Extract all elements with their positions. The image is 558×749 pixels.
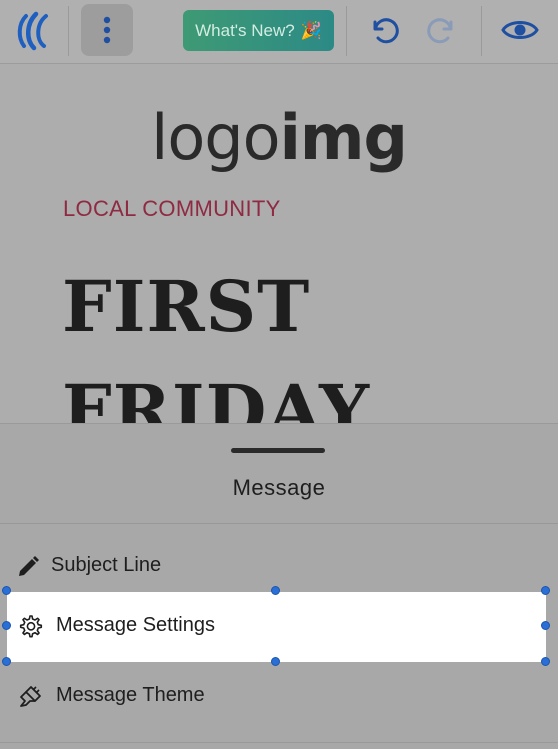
selection-handle-top-left[interactable] — [2, 586, 11, 595]
selection-handle-top-center[interactable] — [271, 586, 280, 595]
menu-item-label: Message Theme — [56, 684, 205, 706]
toolbar-divider — [481, 6, 482, 56]
logo-image: logoimg — [0, 101, 558, 174]
toolbar-divider — [68, 6, 69, 56]
brand-logo-icon[interactable] — [12, 10, 56, 52]
redo-icon[interactable] — [424, 12, 460, 48]
email-preview: logoimg LOCAL COMMUNITY FIRST FRIDAY — [0, 65, 558, 425]
more-vertical-icon — [103, 16, 111, 44]
menu-item-message-settings[interactable]: Message Settings — [7, 592, 546, 662]
menu-item-message-theme[interactable]: Message Theme — [0, 662, 558, 730]
pencil-icon — [19, 556, 39, 576]
eyebrow-text: LOCAL COMMUNITY — [63, 196, 281, 221]
selection-handle-bottom-left[interactable] — [2, 657, 11, 666]
selection-handle-middle-left[interactable] — [2, 621, 11, 630]
selection-handle-top-right[interactable] — [541, 586, 550, 595]
eye-icon[interactable] — [501, 14, 539, 46]
headline: FIRST FRIDAY — [62, 255, 370, 425]
logo-text-light: logo — [151, 101, 280, 174]
paintbrush-icon — [20, 686, 41, 707]
selection-handle-middle-right[interactable] — [541, 621, 550, 630]
logo-text-bold: img — [279, 101, 408, 174]
headline-line-1: FIRST — [62, 265, 311, 348]
undo-icon[interactable] — [366, 12, 402, 48]
sheet-divider — [0, 523, 558, 524]
sheet-drag-handle[interactable] — [231, 448, 325, 453]
message-bottom-sheet: Message Subject Line Message Settings Me… — [0, 423, 558, 749]
top-toolbar: What's New? 🎉 — [0, 0, 558, 64]
headline-line-2: FRIDAY — [62, 369, 371, 425]
toolbar-divider — [346, 6, 347, 56]
selection-handle-bottom-center[interactable] — [271, 657, 280, 666]
whats-new-button[interactable]: What's New? 🎉 — [183, 10, 334, 51]
menu-item-label: Subject Line — [51, 554, 162, 576]
sheet-title: Message — [232, 475, 326, 500]
more-options-button[interactable] — [81, 4, 133, 56]
sheet-bottom-divider — [0, 742, 558, 743]
gear-icon — [19, 615, 43, 638]
party-popper-icon: 🎉 — [300, 20, 322, 40]
whats-new-label: What's New? — [195, 20, 295, 40]
selection-handle-bottom-right[interactable] — [541, 657, 550, 666]
menu-item-label: Message Settings — [56, 614, 215, 636]
